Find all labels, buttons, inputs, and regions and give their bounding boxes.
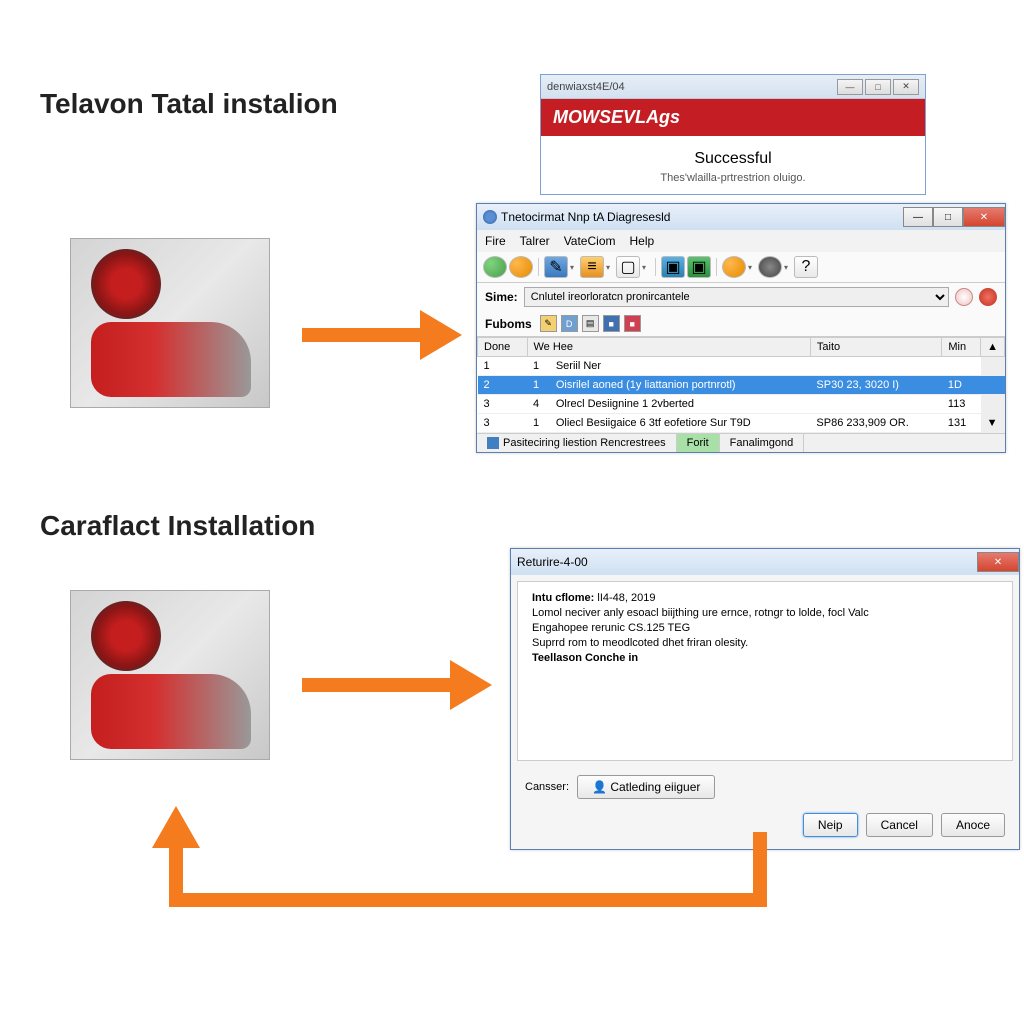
table-row-selected[interactable]: 21Oisrilel aoned (1y liattanion portnrot… bbox=[478, 376, 1005, 395]
intu-value: lI4-48, 2019 bbox=[597, 592, 655, 604]
dialog-line-4: Suprrd rom to meodlcoted dhet friran ole… bbox=[532, 637, 998, 649]
home-icon[interactable] bbox=[955, 288, 973, 306]
fub-icon-3[interactable]: ▤ bbox=[582, 315, 599, 332]
win3-title: Returire-4-00 bbox=[517, 555, 588, 569]
stop-icon[interactable] bbox=[979, 288, 997, 306]
sime-label: Sime: bbox=[485, 290, 518, 304]
dropdown-icon[interactable]: ▾ bbox=[784, 263, 792, 272]
main-app-window: Tnetocirmat Nnp tA Diagresesld — □ ✕ Fir… bbox=[476, 203, 1006, 453]
cansser-label: Cansser: bbox=[525, 781, 569, 793]
dialog-line-2: Lomol neciver anly esoacl biijthing ure … bbox=[532, 607, 998, 619]
dialog-body: Intu cflome: lI4-48, 2019 Lomol neciver … bbox=[517, 581, 1013, 761]
help-button[interactable]: Neip bbox=[803, 813, 858, 837]
catleding-button[interactable]: 👤 Catleding eiiguer bbox=[577, 775, 715, 799]
col-done[interactable]: Done bbox=[478, 338, 528, 357]
win1-title: denwiaxst4E/04 bbox=[547, 81, 625, 93]
win1-close-button[interactable]: ✕ bbox=[893, 79, 919, 95]
toolbar: ✎ ▾ ≡ ▾ ▢ ▾ ▣ ▣ ▾ ▾ ? bbox=[477, 252, 1005, 283]
status-3: Fanalimgond bbox=[720, 434, 805, 452]
win3-titlebar[interactable]: Returire-4-00 ✕ bbox=[511, 549, 1019, 575]
fub-icon-4[interactable]: ■ bbox=[603, 315, 620, 332]
win1-titlebar[interactable]: denwiaxst4E/04 — □ ✕ bbox=[541, 75, 925, 99]
menu-valecom[interactable]: VateCiom bbox=[564, 234, 616, 248]
status-icon bbox=[487, 437, 499, 449]
dialog-line-3: Engahopee rerunic CS.125 TEG bbox=[532, 622, 998, 634]
tool-orb-icon[interactable] bbox=[509, 256, 533, 278]
fub-icon-5[interactable]: ■ bbox=[624, 315, 641, 332]
car-image-2 bbox=[70, 590, 270, 760]
tool-orb2-icon[interactable] bbox=[722, 256, 746, 278]
col-min[interactable]: Min bbox=[942, 338, 981, 357]
table-row[interactable]: 11Seriil Ner bbox=[478, 357, 1005, 376]
intu-label: Intu cflome: bbox=[532, 592, 594, 604]
win2-title: Tnetocirmat Nnp tA Diagresesld bbox=[501, 210, 670, 224]
status-2: Forit bbox=[677, 434, 720, 452]
tool-help-icon[interactable]: ? bbox=[794, 256, 818, 278]
success-subtitle: Thes'wlailla-prtrestrion oluigo. bbox=[551, 172, 915, 184]
section2-title: Caraflact Installation bbox=[40, 510, 315, 542]
win1-min-button[interactable]: — bbox=[837, 79, 863, 95]
car-image-1 bbox=[70, 238, 270, 408]
dropdown-icon[interactable]: ▾ bbox=[642, 263, 650, 272]
success-title: Successful bbox=[551, 150, 915, 168]
status-1: Pasiteciring liestion Rencrestrees bbox=[503, 437, 666, 449]
menubar: Fire Talrer VateCiom Help bbox=[477, 230, 1005, 252]
fuboms-label: Fuboms bbox=[485, 317, 532, 331]
win2-min-button[interactable]: — bbox=[903, 207, 933, 227]
win2-max-button[interactable]: □ bbox=[933, 207, 963, 227]
table-row[interactable]: 34Olrecl Desiignine 1 2vberted113 bbox=[478, 395, 1005, 414]
win3-close-button[interactable]: ✕ bbox=[977, 552, 1019, 572]
success-window: denwiaxst4E/04 — □ ✕ MOWSEVLAgs Successf… bbox=[540, 74, 926, 195]
connector-arrow bbox=[140, 800, 780, 920]
tool-back-icon[interactable] bbox=[483, 256, 507, 278]
dropdown-icon[interactable]: ▾ bbox=[570, 263, 578, 272]
scrollbar[interactable]: ▲ bbox=[981, 338, 1005, 357]
section1-title: Telavon Tatal instalion bbox=[40, 88, 338, 120]
win2-titlebar[interactable]: Tnetocirmat Nnp tA Diagresesld — □ ✕ bbox=[477, 204, 1005, 230]
anoce-button[interactable]: Anoce bbox=[941, 813, 1005, 837]
fub-icon-2[interactable]: D bbox=[561, 315, 578, 332]
dialog-line-5: Teellason Conche in bbox=[532, 652, 998, 664]
sime-select[interactable]: Cnlutel ireorloratcn pronircantele bbox=[524, 287, 949, 307]
dropdown-icon[interactable]: ▾ bbox=[748, 263, 756, 272]
tool-green-icon[interactable]: ▣ bbox=[687, 256, 711, 278]
col-wehee[interactable]: We Hee bbox=[527, 338, 810, 357]
tool-gear-icon[interactable] bbox=[758, 256, 782, 278]
win1-brand-header: MOWSEVLAgs bbox=[541, 99, 925, 136]
tool-bars-icon[interactable]: ≡ bbox=[580, 256, 604, 278]
menu-help[interactable]: Help bbox=[629, 234, 654, 248]
menu-file[interactable]: Fire bbox=[485, 234, 506, 248]
col-taito[interactable]: Taito bbox=[810, 338, 941, 357]
table-row[interactable]: 31Oliecl Besiigaice 6 3tf eofetiore Sur … bbox=[478, 414, 1005, 433]
tool-doc-icon[interactable]: ▢ bbox=[616, 256, 640, 278]
app-icon bbox=[483, 210, 497, 224]
win1-max-button[interactable]: □ bbox=[865, 79, 891, 95]
tool-edit-icon[interactable]: ✎ bbox=[544, 256, 568, 278]
arrow-2 bbox=[302, 660, 492, 710]
menu-talrer[interactable]: Talrer bbox=[520, 234, 550, 248]
tool-img-icon[interactable]: ▣ bbox=[661, 256, 685, 278]
results-table: Done We Hee Taito Min ▲ 11Seriil Ner 21O… bbox=[477, 337, 1005, 433]
fub-icon-1[interactable]: ✎ bbox=[540, 315, 557, 332]
cancel-button[interactable]: Cancel bbox=[866, 813, 933, 837]
arrow-1 bbox=[302, 310, 462, 360]
statusbar: Pasiteciring liestion Rencrestrees Forit… bbox=[477, 433, 1005, 452]
win2-close-button[interactable]: ✕ bbox=[963, 207, 1005, 227]
dropdown-icon[interactable]: ▾ bbox=[606, 263, 614, 272]
